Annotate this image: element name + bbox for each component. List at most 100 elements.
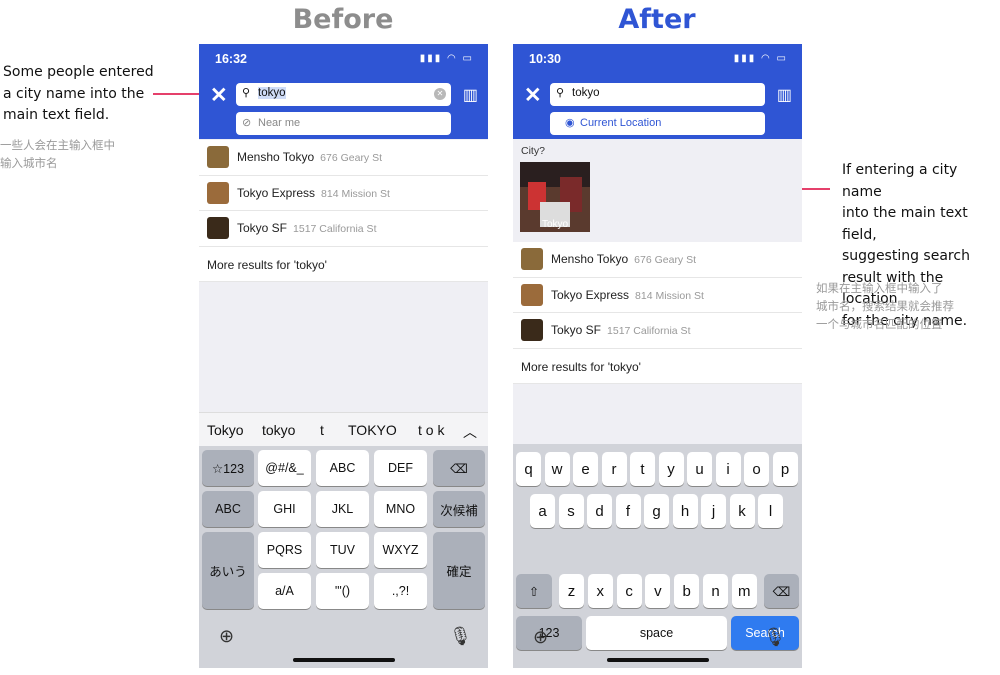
- key-abc[interactable]: ABC: [316, 450, 369, 486]
- key-def[interactable]: DEF: [374, 450, 427, 486]
- list-item[interactable]: Mensho Tokyo 676 Geary St: [513, 242, 802, 278]
- close-icon[interactable]: ✕: [210, 83, 228, 108]
- chevron-up-icon[interactable]: ︿: [463, 422, 477, 442]
- key-p[interactable]: p: [772, 452, 798, 486]
- map-icon[interactable]: ▥: [777, 85, 792, 105]
- key-n[interactable]: n: [703, 574, 728, 608]
- key-v[interactable]: v: [645, 574, 671, 608]
- key-punctuation[interactable]: .,?!: [374, 573, 427, 609]
- suggestion[interactable]: t: [320, 422, 324, 438]
- result-address: 814 Mission St: [635, 289, 704, 302]
- key-k[interactable]: k: [729, 494, 755, 528]
- status-time: 16:32: [215, 52, 247, 66]
- suggestion[interactable]: t o k: [418, 422, 444, 438]
- key-q[interactable]: q: [516, 452, 541, 486]
- suggestion[interactable]: Tokyo: [207, 422, 244, 438]
- key-a[interactable]: a: [530, 494, 555, 528]
- key-123[interactable]: 123: [516, 616, 582, 650]
- suggestion-bar: Tokyo tokyo t TOKYO t o k ︿: [199, 412, 488, 446]
- list-item[interactable]: Tokyo Express 814 Mission St: [513, 278, 802, 313]
- key-r[interactable]: r: [601, 452, 627, 486]
- list-item[interactable]: Tokyo SF 1517 California St: [199, 211, 488, 247]
- search-header: 16:32 ▮▮▮ ◠ ▭ ✕ ⚲ tokyo ✕ ▥ ⊘ Near me: [199, 44, 488, 139]
- key-kana[interactable]: あいう: [202, 532, 254, 609]
- key-tuv[interactable]: TUV: [316, 532, 369, 568]
- key-jkl[interactable]: JKL: [316, 491, 369, 527]
- more-results[interactable]: More results for 'tokyo': [513, 349, 802, 384]
- right-note-cn-line: 如果在主输入框中输入了: [816, 281, 943, 295]
- key-i[interactable]: i: [715, 452, 741, 486]
- result-address: 676 Geary St: [320, 152, 383, 164]
- list-item[interactable]: Tokyo SF 1517 California St: [513, 313, 802, 349]
- result-address: 1517 California St: [607, 325, 691, 337]
- key-h[interactable]: h: [672, 494, 698, 528]
- result-name: Tokyo Express: [551, 287, 630, 302]
- result-address: 1517 California St: [293, 223, 377, 235]
- key-g[interactable]: g: [644, 494, 669, 528]
- key-u[interactable]: u: [687, 452, 712, 486]
- key-pqrs[interactable]: PQRS: [258, 532, 311, 568]
- key-confirm[interactable]: 確定: [433, 532, 485, 609]
- key-e[interactable]: e: [573, 452, 598, 486]
- left-note-line: a city name into the: [3, 85, 145, 102]
- search-icon: ⚲: [556, 87, 565, 99]
- key-s[interactable]: s: [558, 494, 584, 528]
- more-results-label: More results for 'tokyo': [207, 257, 327, 272]
- space-key[interactable]: space: [586, 616, 727, 650]
- location-input[interactable]: ◉ Current Location: [550, 112, 765, 135]
- key-l[interactable]: l: [758, 494, 783, 528]
- city-image[interactable]: Tokyo: [520, 162, 590, 232]
- key-d[interactable]: d: [587, 494, 612, 528]
- key-quotes[interactable]: '"(): [316, 573, 369, 609]
- microphone-icon[interactable]: 🎙: [449, 626, 472, 647]
- search-input[interactable]: ⚲ tokyo: [550, 83, 765, 106]
- globe-icon[interactable]: ⊕: [533, 627, 548, 648]
- key-z[interactable]: z: [559, 574, 584, 608]
- key-symbols[interactable]: @#/&_: [258, 450, 311, 486]
- shift-icon[interactable]: ⇧: [516, 574, 552, 608]
- key-ghi[interactable]: GHI: [258, 491, 311, 527]
- key-y[interactable]: y: [658, 452, 684, 486]
- key-t[interactable]: t: [630, 452, 655, 486]
- close-icon[interactable]: ✕: [524, 83, 542, 108]
- key-abc-mode[interactable]: ABC: [202, 491, 254, 527]
- right-note-cn: 如果在主输入框中输入了 城市名，搜索结果就会推荐 一个与城市名匹配的位置: [816, 279, 996, 333]
- key-w[interactable]: w: [544, 452, 570, 486]
- location-input[interactable]: ⊘ Near me: [236, 112, 451, 135]
- search-input-value: tokyo: [572, 87, 600, 99]
- key-mno[interactable]: MNO: [374, 491, 427, 527]
- list-item[interactable]: Mensho Tokyo 676 Geary St: [199, 140, 488, 176]
- globe-icon[interactable]: ⊕: [219, 626, 234, 647]
- search-input[interactable]: ⚲ tokyo ✕: [236, 83, 451, 106]
- key-x[interactable]: x: [587, 574, 613, 608]
- key-c[interactable]: c: [616, 574, 642, 608]
- backspace-icon[interactable]: ⌫: [764, 574, 799, 608]
- status-icons: ▮▮▮ ◠ ▭: [419, 53, 474, 64]
- thumbnail: [521, 283, 543, 306]
- list-item[interactable]: Tokyo Express 814 Mission St: [199, 176, 488, 211]
- clear-icon[interactable]: ✕: [434, 88, 446, 100]
- key-case[interactable]: a/A: [258, 573, 311, 609]
- more-results[interactable]: More results for 'tokyo': [199, 247, 488, 282]
- key-b[interactable]: b: [674, 574, 700, 608]
- microphone-icon[interactable]: 🎙: [763, 627, 786, 648]
- backspace-icon[interactable]: ⌫: [433, 450, 485, 486]
- right-note-line: suggesting search: [842, 248, 970, 264]
- thumbnail: [521, 248, 543, 270]
- key-next-candidate[interactable]: 次候補: [433, 491, 485, 527]
- right-note-cn-line: 一个与城市名匹配的位置: [816, 317, 943, 331]
- key-o[interactable]: o: [744, 452, 769, 486]
- thumbnail: [521, 319, 543, 341]
- right-note-line: If entering a city name: [842, 162, 958, 200]
- key-j[interactable]: j: [701, 494, 726, 528]
- thumbnail: [207, 146, 229, 168]
- map-icon[interactable]: ▥: [463, 85, 478, 105]
- key-123[interactable]: ☆123: [202, 450, 254, 486]
- key-f[interactable]: f: [615, 494, 641, 528]
- key-m[interactable]: m: [731, 574, 757, 608]
- result-name: Tokyo Express: [237, 185, 316, 200]
- suggestion[interactable]: TOKYO: [348, 422, 397, 438]
- suggestion[interactable]: tokyo: [262, 422, 295, 438]
- thumbnail: [207, 181, 229, 204]
- key-wxyz[interactable]: WXYZ: [374, 532, 427, 568]
